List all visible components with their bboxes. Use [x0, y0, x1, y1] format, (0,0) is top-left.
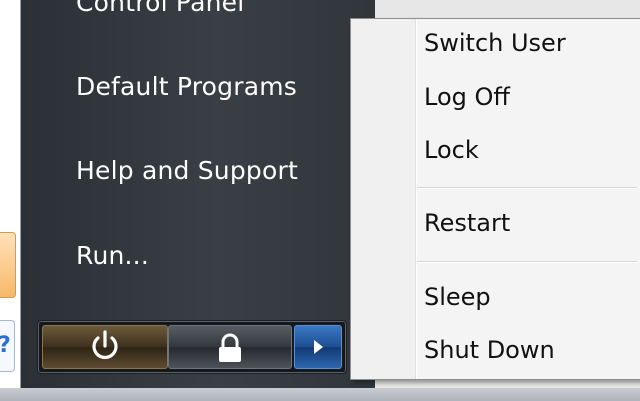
menu-item-help-and-support[interactable]: Help and Support	[76, 156, 298, 185]
question-icon: ?	[0, 333, 11, 358]
lock-button[interactable]	[168, 325, 292, 369]
menu-item-control-panel[interactable]: Control Panel	[76, 0, 244, 17]
power-button-bar	[37, 320, 347, 374]
menu-item-switch-user[interactable]: Switch User	[424, 29, 566, 57]
menu-gutter	[351, 19, 417, 379]
help-tile[interactable]: ?	[0, 320, 15, 372]
menu-item-run[interactable]: Run...	[76, 241, 149, 270]
menu-item-lock[interactable]: Lock	[424, 136, 479, 164]
arrow-right-icon	[314, 340, 323, 354]
power-button[interactable]	[42, 325, 168, 369]
menu-item-log-off[interactable]: Log Off	[424, 83, 510, 111]
programs-pane: ?	[0, 0, 21, 388]
menu-item-restart[interactable]: Restart	[424, 209, 510, 237]
shutdown-menu: Switch User Log Off Lock Restart Sleep S…	[350, 18, 640, 380]
taskbar-edge	[0, 388, 640, 401]
menu-item-sleep[interactable]: Sleep	[424, 283, 491, 311]
shutdown-options-button[interactable]	[294, 325, 342, 369]
menu-separator	[417, 187, 637, 189]
menu-item-default-programs[interactable]: Default Programs	[76, 72, 297, 101]
program-tile[interactable]	[0, 232, 16, 298]
lock-icon	[219, 333, 241, 362]
menu-separator	[417, 261, 637, 263]
menu-item-shut-down[interactable]: Shut Down	[424, 336, 555, 364]
power-icon	[92, 330, 118, 360]
